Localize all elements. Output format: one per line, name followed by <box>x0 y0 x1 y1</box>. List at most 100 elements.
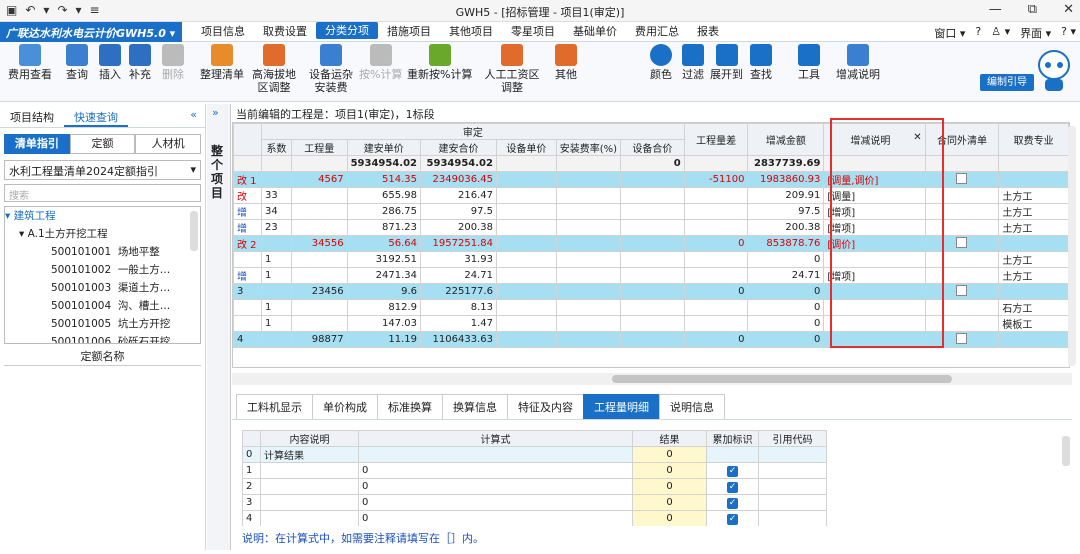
table-cell[interactable] <box>495 315 557 332</box>
table-cell[interactable]: 853878.76 <box>747 235 825 252</box>
table-cell[interactable] <box>555 315 622 332</box>
labor-wage-button[interactable]: 人工工资区调整 <box>484 44 540 94</box>
tree-leaf[interactable]: 500101005 坑土方开挖 <box>5 315 200 333</box>
table-cell[interactable] <box>290 251 348 268</box>
table-cell[interactable] <box>555 283 622 300</box>
table-cell[interactable]: 0 <box>747 331 825 348</box>
other-button[interactable]: 其他 <box>555 44 577 81</box>
table-cell[interactable]: 216.47 <box>420 187 497 204</box>
detail-cell[interactable]: 0 <box>632 462 707 479</box>
table-cell[interactable] <box>683 299 749 316</box>
table-cell[interactable] <box>620 171 685 188</box>
detail-cell[interactable]: 3 <box>242 494 261 511</box>
color-button[interactable]: 颜色 <box>650 44 672 81</box>
tab-project-structure[interactable]: 项目结构 <box>0 104 64 127</box>
detail-cell[interactable]: 0 <box>632 510 707 526</box>
seg-quota[interactable]: 定额 <box>69 134 136 154</box>
window-menu[interactable]: 窗口 ▾ <box>934 25 965 41</box>
detail-cell[interactable] <box>706 446 759 463</box>
table-cell[interactable] <box>620 315 685 332</box>
table-cell[interactable]: 97.5 <box>747 203 825 220</box>
detail-vscrollbar[interactable] <box>1062 436 1070 466</box>
table-cell[interactable] <box>495 203 557 220</box>
table-cell[interactable] <box>495 235 557 252</box>
detail-cell[interactable]: ✓ <box>706 462 759 479</box>
table-cell[interactable] <box>620 219 685 236</box>
grid-vscrollbar[interactable] <box>1068 126 1076 366</box>
change-note-button[interactable]: 增减说明 <box>836 44 880 81</box>
detail-row[interactable]: 0 计算结果 0 <box>242 446 827 463</box>
table-cell[interactable]: 23456 <box>290 283 348 300</box>
table-cell[interactable]: 31.93 <box>420 251 497 268</box>
table-cell[interactable] <box>290 203 348 220</box>
table-cell[interactable]: 34556 <box>290 235 348 252</box>
tree-node[interactable]: ▾ 建筑工程 <box>5 207 200 225</box>
table-cell[interactable]: 286.75 <box>346 203 422 220</box>
user-menu[interactable]: ♙ ▾ <box>991 25 1010 41</box>
tree-scrollbar[interactable] <box>190 211 198 251</box>
table-cell[interactable] <box>555 219 622 236</box>
table-cell[interactable]: 225177.6 <box>420 283 497 300</box>
table-cell[interactable]: 23 <box>260 219 292 236</box>
detail-row[interactable]: 4 0 0 ✓ <box>242 510 827 526</box>
tab-misc-items[interactable]: 零星项目 <box>502 25 564 39</box>
tab-base-prices[interactable]: 基础单价 <box>564 25 626 39</box>
checkbox[interactable] <box>956 172 968 184</box>
recalc-percent-button[interactable]: 重新按%计算 <box>407 44 472 81</box>
table-cell[interactable]: 3192.51 <box>346 251 422 268</box>
accumulate-checkbox[interactable]: ✓ <box>727 497 738 509</box>
close-button[interactable]: ✕ <box>1063 2 1074 17</box>
grid-hscrollbar[interactable] <box>232 373 1072 385</box>
table-cell[interactable] <box>998 283 1069 300</box>
table-cell[interactable]: 209.91 <box>747 187 825 204</box>
detail-row[interactable]: 3 0 0 ✓ <box>242 494 827 511</box>
high-altitude-button[interactable]: 高海拔地区调整 <box>248 44 300 94</box>
find-button[interactable]: 查找 <box>750 44 772 81</box>
table-cell[interactable] <box>620 299 685 316</box>
detail-cell[interactable] <box>758 446 827 463</box>
detail-row[interactable]: 1 0 0 ✓ <box>242 462 827 479</box>
detail-cell[interactable]: 2 <box>242 478 261 495</box>
detail-cell[interactable] <box>758 510 827 526</box>
help-icon[interactable]: ? <box>975 25 981 41</box>
table-cell[interactable] <box>620 283 685 300</box>
insert-button[interactable]: 插入 <box>99 44 121 81</box>
delete-button[interactable]: 删除 <box>162 44 184 81</box>
table-cell[interactable]: 0 <box>747 299 825 316</box>
expand-to-button[interactable]: 展开到 <box>710 44 743 81</box>
table-cell[interactable] <box>620 187 685 204</box>
tree-node[interactable]: ▾ A.1土方开挖工程 <box>5 225 200 243</box>
detail-cell[interactable]: 0 <box>358 478 633 495</box>
table-cell[interactable]: 0 <box>683 283 749 300</box>
tab-conversion-info[interactable]: 换算信息 <box>442 394 508 419</box>
table-cell[interactable]: 24.71 <box>420 267 497 284</box>
table-cell[interactable]: 土方工 <box>998 187 1069 204</box>
table-cell[interactable]: 0 <box>683 235 749 252</box>
table-cell[interactable] <box>683 267 749 284</box>
detail-cell[interactable]: 计算结果 <box>260 446 359 463</box>
table-cell[interactable] <box>495 187 557 204</box>
table-cell[interactable] <box>555 171 622 188</box>
table-cell[interactable]: 514.35 <box>346 171 422 188</box>
table-cell[interactable]: 0 <box>747 315 825 332</box>
table-cell[interactable] <box>555 331 622 348</box>
detail-cell[interactable]: 0 <box>632 494 707 511</box>
table-cell[interactable]: 1106433.63 <box>420 331 497 348</box>
detail-cell[interactable]: ✓ <box>706 478 759 495</box>
tools-button[interactable]: 工具 <box>798 44 820 81</box>
collapse-icon[interactable]: « <box>182 104 205 127</box>
restore-button[interactable]: ⧉ <box>1028 2 1037 17</box>
table-cell[interactable] <box>495 267 557 284</box>
tab-other-items[interactable]: 其他项目 <box>440 25 502 39</box>
brand-menu[interactable]: 广联达水利水电云计价GWH5.0 ▾ <box>0 22 182 42</box>
detail-cell[interactable] <box>758 462 827 479</box>
table-cell[interactable]: 土方工 <box>998 251 1069 268</box>
table-cell[interactable] <box>683 187 749 204</box>
table-cell[interactable]: 1 <box>260 299 292 316</box>
table-cell[interactable]: 34 <box>260 203 292 220</box>
tree-leaf[interactable]: 500101002 一般土方… <box>5 261 200 279</box>
table-cell[interactable]: 土方工 <box>998 219 1069 236</box>
table-cell[interactable]: 模板工 <box>998 315 1069 332</box>
table-cell[interactable]: 2349036.45 <box>420 171 497 188</box>
table-cell[interactable] <box>620 267 685 284</box>
